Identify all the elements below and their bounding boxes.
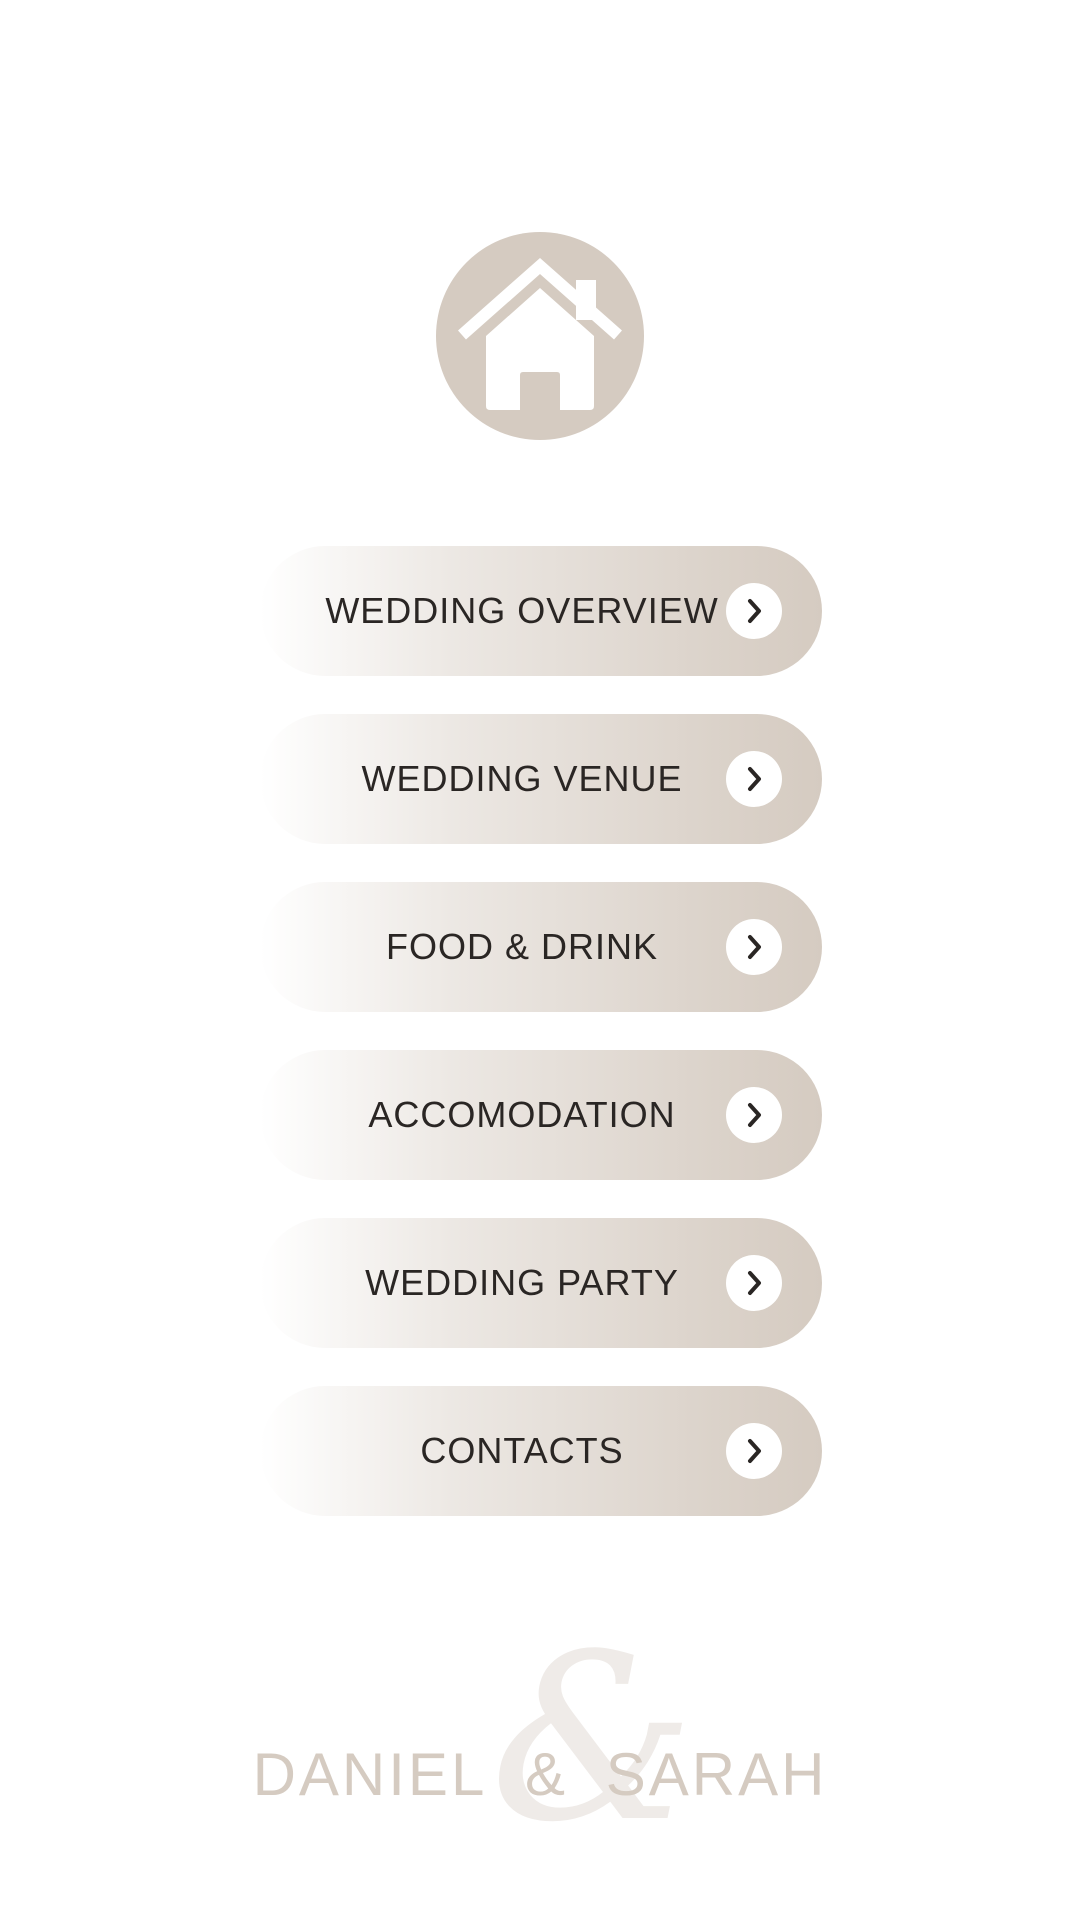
menu-item-label: FOOD & DRINK [385,926,658,967]
chevron-right-icon[interactable] [726,583,782,639]
name-right: SARAH [605,1741,828,1808]
chevron-right-icon[interactable] [726,919,782,975]
menu-item-label: WEDDING VENUE [361,758,683,799]
menu-item-label: ACCOMODATION [368,1094,676,1135]
menu-item-label: CONTACTS [420,1430,624,1471]
menu-item-food-drink[interactable]: FOOD & DRINK [260,882,822,1012]
couple-names: DANIEL & SARAH [0,1740,1080,1809]
main-menu: WEDDING OVERVIEW WEDDING VENUE FOOD & DR… [260,546,822,1554]
names-ampersand: & [525,1741,569,1808]
couple-monogram: & DANIEL & SARAH [0,1625,1080,1855]
menu-item-label: WEDDING OVERVIEW [325,590,719,631]
home-icon [458,257,622,410]
chevron-right-icon[interactable] [726,1255,782,1311]
chevron-right-icon[interactable] [726,751,782,807]
menu-item-wedding-overview[interactable]: WEDDING OVERVIEW [260,546,822,676]
menu-item-label: WEDDING PARTY [365,1262,679,1303]
chevron-right-icon[interactable] [726,1087,782,1143]
menu-item-wedding-venue[interactable]: WEDDING VENUE [260,714,822,844]
menu-item-contacts[interactable]: CONTACTS [260,1386,822,1516]
menu-item-accomodation[interactable]: ACCOMODATION [260,1050,822,1180]
chevron-right-icon[interactable] [726,1423,782,1479]
name-left: DANIEL [252,1741,488,1808]
menu-item-wedding-party[interactable]: WEDDING PARTY [260,1218,822,1348]
home-button[interactable] [436,232,644,440]
